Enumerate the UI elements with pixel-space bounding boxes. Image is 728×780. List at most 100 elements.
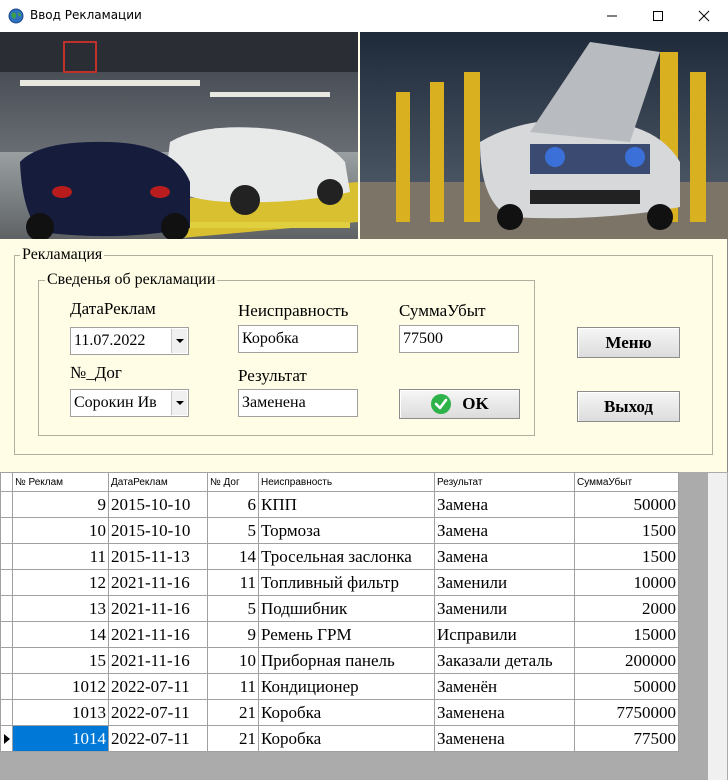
table-cell[interactable]: 14: [12, 621, 109, 648]
date-picker[interactable]: 11.07.2022: [70, 327, 189, 355]
row-header[interactable]: [0, 517, 13, 544]
column-header[interactable]: СуммаУбыт: [574, 472, 679, 492]
table-row[interactable]: 12 2021-11-16 11 Топливный фильтр Заменили 10…: [0, 569, 679, 596]
table-cell[interactable]: Замена: [434, 491, 575, 518]
minimize-button[interactable]: [589, 0, 635, 32]
ok-button[interactable]: OK: [399, 389, 520, 419]
table-cell[interactable]: Топливный фильтр: [258, 569, 435, 596]
table-cell[interactable]: 13: [12, 595, 109, 622]
table-cell[interactable]: 15000: [574, 621, 679, 648]
row-header[interactable]: [0, 647, 13, 674]
table-row[interactable]: 1013 2022-07-11 21 Коробка Заменена 7750000: [0, 699, 679, 726]
table-cell[interactable]: 6: [207, 491, 259, 518]
row-header[interactable]: [0, 543, 13, 570]
table-cell[interactable]: Заказали деталь: [434, 647, 575, 674]
table-cell[interactable]: 2000: [574, 595, 679, 622]
row-header[interactable]: [0, 569, 13, 596]
table-row[interactable]: 15 2021-11-16 10 Приборная панель Заказали д…: [0, 647, 679, 674]
table-cell[interactable]: 50000: [574, 673, 679, 700]
table-cell[interactable]: 14: [207, 543, 259, 570]
table-cell[interactable]: 2015-10-10: [108, 491, 208, 518]
column-header[interactable]: Неисправность: [258, 472, 435, 492]
damage-input[interactable]: 77500: [399, 325, 519, 353]
table-cell[interactable]: 77500: [574, 725, 679, 752]
menu-button[interactable]: Меню: [577, 327, 680, 358]
table-cell[interactable]: 5: [207, 517, 259, 544]
table-cell[interactable]: Тросельная заслонка: [258, 543, 435, 570]
table-cell[interactable]: 10: [207, 647, 259, 674]
table-row[interactable]: 9 2015-10-10 6 КПП Замена 50000: [0, 491, 679, 518]
row-header[interactable]: [0, 673, 13, 700]
table-cell[interactable]: 5: [207, 595, 259, 622]
column-header[interactable]: № Дог: [207, 472, 259, 492]
table-cell[interactable]: 21: [207, 699, 259, 726]
table-cell[interactable]: Приборная панель: [258, 647, 435, 674]
maximize-button[interactable]: [635, 0, 681, 32]
table-cell[interactable]: Ремень ГРМ: [258, 621, 435, 648]
table-cell[interactable]: Кондиционер: [258, 673, 435, 700]
table-row[interactable]: 13 2021-11-16 5 Подшибник Заменили 2000: [0, 595, 679, 622]
table-cell[interactable]: 7750000: [574, 699, 679, 726]
table-cell[interactable]: 1014: [12, 725, 109, 752]
table-cell[interactable]: 2021-11-16: [108, 569, 208, 596]
table-cell[interactable]: Тормоза: [258, 517, 435, 544]
fault-input[interactable]: Коробка: [238, 325, 358, 353]
table-cell[interactable]: 21: [207, 725, 259, 752]
table-cell[interactable]: Подшибник: [258, 595, 435, 622]
table-cell[interactable]: КПП: [258, 491, 435, 518]
contract-dropdown-button[interactable]: [171, 391, 187, 415]
complaints-grid[interactable]: № Реклам ДатаРеклам № Дог Неисправность …: [0, 472, 728, 780]
date-dropdown-button[interactable]: [171, 329, 187, 353]
table-cell[interactable]: 10000: [574, 569, 679, 596]
table-cell[interactable]: Коробка: [258, 725, 435, 752]
table-cell[interactable]: 1500: [574, 517, 679, 544]
close-button[interactable]: [681, 0, 727, 32]
contract-select[interactable]: Сорокин Ив: [70, 389, 189, 417]
table-cell[interactable]: 12: [12, 569, 109, 596]
column-header[interactable]: № Реклам: [12, 472, 109, 492]
row-header[interactable]: [0, 725, 13, 752]
table-cell[interactable]: 9: [207, 621, 259, 648]
table-cell[interactable]: 1500: [574, 543, 679, 570]
table-cell[interactable]: 1012: [12, 673, 109, 700]
table-cell[interactable]: Замена: [434, 543, 575, 570]
table-cell[interactable]: 2022-07-11: [108, 673, 208, 700]
table-cell[interactable]: 11: [12, 543, 109, 570]
exit-button[interactable]: Выход: [577, 391, 680, 422]
table-cell[interactable]: 2015-10-10: [108, 517, 208, 544]
table-cell[interactable]: 2021-11-16: [108, 647, 208, 674]
table-cell[interactable]: 2022-07-11: [108, 699, 208, 726]
table-cell[interactable]: 10: [12, 517, 109, 544]
table-cell[interactable]: Коробка: [258, 699, 435, 726]
table-cell[interactable]: 2022-07-11: [108, 725, 208, 752]
table-cell[interactable]: 2021-11-16: [108, 595, 208, 622]
table-row[interactable]: 1012 2022-07-11 11 Кондиционер Заменён 50000: [0, 673, 679, 700]
row-header[interactable]: [0, 595, 13, 622]
table-row[interactable]: 10 2015-10-10 5 Тормоза Замена 1500: [0, 517, 679, 544]
table-cell[interactable]: Заменили: [434, 595, 575, 622]
column-header[interactable]: Результат: [434, 472, 575, 492]
row-header[interactable]: [0, 699, 13, 726]
table-cell[interactable]: Замена: [434, 517, 575, 544]
table-cell[interactable]: Заменена: [434, 725, 575, 752]
table-cell[interactable]: 2015-11-13: [108, 543, 208, 570]
table-cell[interactable]: Заменён: [434, 673, 575, 700]
table-cell[interactable]: 1013: [12, 699, 109, 726]
table-cell[interactable]: Исправили: [434, 621, 575, 648]
grid-scrollbar[interactable]: [708, 473, 727, 780]
table-cell[interactable]: Заменена: [434, 699, 575, 726]
table-row[interactable]: 14 2021-11-16 9 Ремень ГРМ Исправили 15000: [0, 621, 679, 648]
column-header[interactable]: ДатаРеклам: [108, 472, 208, 492]
table-cell[interactable]: 11: [207, 569, 259, 596]
table-cell[interactable]: 11: [207, 673, 259, 700]
row-header[interactable]: [0, 621, 13, 648]
table-cell[interactable]: 15: [12, 647, 109, 674]
table-cell[interactable]: 2021-11-16: [108, 621, 208, 648]
table-cell[interactable]: 50000: [574, 491, 679, 518]
table-cell[interactable]: Заменили: [434, 569, 575, 596]
table-row[interactable]: 11 2015-11-13 14 Тросельная заслонка Замена 1…: [0, 543, 679, 570]
table-cell[interactable]: 200000: [574, 647, 679, 674]
result-input[interactable]: Заменена: [238, 389, 358, 417]
table-cell[interactable]: 9: [12, 491, 109, 518]
table-row[interactable]: 1014 2022-07-11 21 Коробка Заменена 77500: [0, 725, 679, 752]
